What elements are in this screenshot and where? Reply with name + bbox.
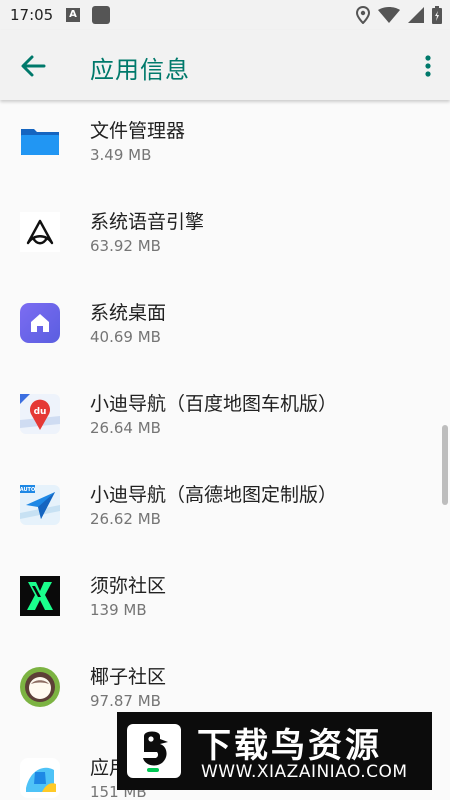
- list-item[interactable]: 系统语音引擎 63.92 MB: [0, 191, 436, 282]
- app-name: 系统语音引擎: [90, 211, 205, 233]
- baidu-map-icon: du: [20, 394, 60, 434]
- back-button[interactable]: [18, 51, 48, 81]
- svg-text:du: du: [34, 407, 47, 417]
- app-bar: 应用信息: [0, 30, 450, 100]
- svg-text:AUTO: AUTO: [20, 487, 35, 493]
- signal-icon: [408, 7, 424, 23]
- battery-icon: [432, 6, 442, 24]
- voice-engine-icon: [20, 212, 60, 252]
- app-size: 97.87 MB: [90, 692, 161, 710]
- amap-auto-icon: AUTO: [20, 485, 60, 525]
- text-a-icon: A: [66, 8, 80, 22]
- app-size: 26.64 MB: [90, 419, 161, 437]
- app-size: 139 MB: [90, 601, 147, 619]
- wifi-icon: [378, 7, 400, 23]
- app-list[interactable]: 文件管理器 3.49 MB 系统语音引擎 63.92 MB 系统桌面 40.69…: [0, 100, 450, 800]
- watermark-banner: 下载鸟资源 WWW.XIAZAINIAO.COM: [117, 712, 432, 790]
- status-right-icons: [356, 6, 442, 24]
- list-item[interactable]: 须弥社区 139 MB: [0, 555, 436, 646]
- more-options-button[interactable]: [420, 51, 436, 81]
- arrow-back-icon: [21, 55, 46, 77]
- folder-icon: [20, 121, 60, 161]
- watermark-title: 下载鸟资源: [197, 726, 382, 766]
- app-name: 椰子社区: [90, 666, 167, 688]
- scrollbar[interactable]: [442, 425, 448, 505]
- app-name: 小迪导航（百度地图车机版）: [90, 393, 338, 415]
- app-name: 须弥社区: [90, 575, 167, 597]
- xumi-community-icon: [20, 576, 60, 616]
- location-icon: [356, 6, 370, 24]
- list-item[interactable]: 系统桌面 40.69 MB: [0, 282, 436, 373]
- list-item[interactable]: 文件管理器 3.49 MB: [0, 100, 436, 191]
- home-launcher-icon: [20, 303, 60, 343]
- bird-logo-icon: [127, 724, 181, 778]
- app-size: 40.69 MB: [90, 328, 161, 346]
- more-vert-icon: [425, 55, 431, 77]
- app-name: 系统桌面: [90, 302, 167, 324]
- app-size: 26.62 MB: [90, 510, 161, 528]
- app-store-icon: [20, 758, 60, 798]
- notification-square-icon: [92, 6, 110, 24]
- app-size: 3.49 MB: [90, 146, 152, 164]
- status-bar: 17:05 A: [0, 0, 450, 30]
- coconut-community-icon: [20, 667, 60, 707]
- app-name: 小迪导航（高德地图定制版）: [90, 484, 338, 506]
- status-time: 17:05: [10, 6, 54, 24]
- list-item[interactable]: du 小迪导航（百度地图车机版） 26.64 MB: [0, 373, 436, 464]
- app-size: 63.92 MB: [90, 237, 161, 255]
- watermark-url: WWW.XIAZAINIAO.COM: [201, 762, 408, 782]
- list-item[interactable]: AUTO 小迪导航（高德地图定制版） 26.62 MB: [0, 464, 436, 555]
- page-title: 应用信息: [90, 56, 190, 84]
- app-name: 文件管理器: [90, 120, 186, 142]
